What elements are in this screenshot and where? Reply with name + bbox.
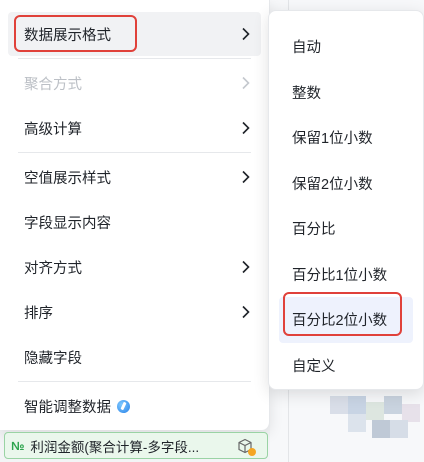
submenu-item-custom[interactable]: 自定义 [279, 343, 413, 389]
menu-item-data-format[interactable]: 数据展示格式 [8, 12, 261, 56]
submenu-item-label: 百分比1位小数 [292, 267, 388, 284]
chevron-right-icon [241, 27, 251, 41]
menu-item-sort[interactable]: 排序 [8, 290, 261, 334]
submenu-item-label: 自动 [292, 40, 321, 57]
submenu-item-1-decimal[interactable]: 保留1位小数 [279, 115, 413, 161]
menu-item-aggregation: 聚合方式 [8, 61, 261, 105]
blurred-cell [366, 402, 384, 420]
blurred-cell [348, 396, 366, 414]
info-icon[interactable] [117, 399, 130, 413]
submenu-item-label: 整数 [292, 85, 321, 102]
chevron-right-icon [241, 170, 251, 184]
menu-item-label: 数据展示格式 [24, 27, 111, 44]
blurred-cell [372, 420, 390, 438]
menu-item-label: 高级计算 [24, 121, 82, 138]
number-type-icon: № [11, 438, 25, 453]
menu-divider [18, 58, 251, 59]
chevron-right-icon [241, 305, 251, 319]
submenu-item-label: 保留1位小数 [292, 131, 373, 148]
menu-divider [18, 152, 251, 153]
submenu-item-label: 保留2位小数 [292, 176, 373, 193]
menu-item-label: 空值展示样式 [24, 170, 111, 187]
submenu-item-label: 百分比 [292, 222, 336, 239]
menu-item-alignment[interactable]: 对齐方式 [8, 245, 261, 289]
submenu-item-percent-2-decimal[interactable]: 百分比2位小数 [279, 297, 413, 343]
submenu-item-2-decimal[interactable]: 保留2位小数 [279, 161, 413, 207]
submenu-item-auto[interactable]: 自动 [279, 24, 413, 70]
menu-item-label: 排序 [24, 305, 53, 322]
chevron-right-icon [241, 121, 251, 135]
status-dot [248, 448, 256, 456]
submenu-item-percent[interactable]: 百分比 [279, 206, 413, 252]
menu-item-hide-field[interactable]: 隐藏字段 [8, 335, 261, 379]
format-submenu: 自动 整数 保留1位小数 保留2位小数 百分比 百分比1位小数 百分比2位小数 … [268, 10, 424, 390]
menu-item-label: 聚合方式 [24, 76, 82, 93]
field-chip[interactable]: № 利润金额(聚合计算-多字段... [4, 432, 268, 459]
blurred-cell [384, 396, 402, 414]
menu-divider [18, 381, 251, 382]
blurred-cell [390, 420, 408, 438]
menu-item-label: 智能调整数据 [24, 399, 111, 416]
submenu-item-integer[interactable]: 整数 [279, 70, 413, 116]
menu-item-label: 字段显示内容 [24, 215, 111, 232]
menu-item-smart-adjust[interactable]: 智能调整数据 [8, 384, 261, 428]
blurred-cell [330, 396, 348, 414]
menu-item-label: 对齐方式 [24, 260, 82, 277]
context-menu: 数据展示格式 聚合方式 高级计算 空值展示样式 字段显示内容 对齐方式 排序 隐… [0, 0, 270, 430]
submenu-item-percent-1-decimal[interactable]: 百分比1位小数 [279, 252, 413, 298]
chevron-right-icon [241, 76, 251, 90]
menu-item-advanced-calc[interactable]: 高级计算 [8, 106, 261, 150]
submenu-item-label: 自定义 [292, 358, 336, 375]
menu-item-field-display[interactable]: 字段显示内容 [8, 200, 261, 244]
blurred-cell [348, 414, 366, 432]
menu-item-null-style[interactable]: 空值展示样式 [8, 155, 261, 199]
cube-icon [237, 438, 256, 456]
chevron-right-icon [241, 260, 251, 274]
field-chip-label: 利润金额(聚合计算-多字段... [30, 439, 200, 455]
submenu-item-label: 百分比2位小数 [292, 313, 388, 330]
menu-item-label: 隐藏字段 [24, 350, 82, 367]
